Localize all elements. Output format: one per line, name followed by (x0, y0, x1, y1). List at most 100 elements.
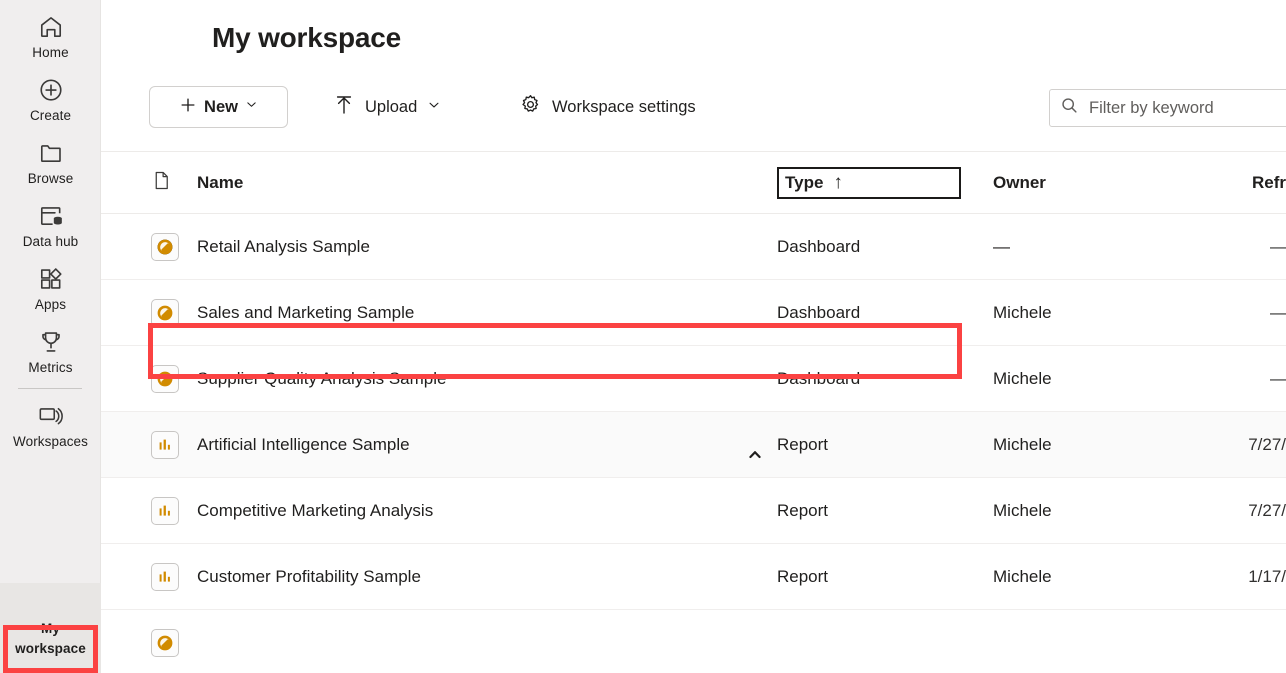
workspace-items-table: Name Type ↑ Owner Refr Retail Analysis S… (101, 152, 1286, 673)
row-refreshed: 7/27/ (1248, 500, 1286, 520)
column-header-icon[interactable] (101, 170, 197, 196)
sidebar-item-label: Metrics (28, 360, 73, 375)
sidebar-item-apps[interactable]: Apps (0, 256, 101, 319)
sidebar-item-label: Apps (34, 297, 67, 312)
column-header-type[interactable]: Type ↑ (777, 166, 961, 199)
scroll-up-caret-icon[interactable] (748, 446, 762, 464)
new-button[interactable]: New (149, 86, 288, 128)
upload-arrow-icon (333, 94, 355, 121)
sort-ascending-icon: ↑ (833, 171, 843, 193)
table-row-partial[interactable] (101, 610, 1286, 673)
dashboard-icon (151, 364, 179, 393)
workspaces-icon (37, 401, 64, 431)
table-row[interactable]: Retail Analysis Sample Dashboard — — (101, 214, 1286, 280)
dashboard-icon (151, 232, 179, 261)
plus-icon (179, 96, 197, 119)
row-type-icon-cell (101, 298, 197, 327)
column-header-type-cell: Type ↑ (777, 166, 993, 199)
upload-button[interactable]: Upload (329, 86, 445, 128)
sidebar-item-label: Home (32, 45, 69, 60)
row-type: Report (777, 566, 829, 586)
column-header-name[interactable]: Name (197, 173, 777, 193)
chevron-down-icon (245, 98, 258, 116)
row-owner: Michele (993, 434, 1052, 454)
dashboard-icon (151, 298, 179, 327)
sidebar-divider (18, 388, 82, 389)
sidebar-item-workspaces[interactable]: Workspaces (0, 393, 101, 456)
row-refreshed: — (1270, 368, 1286, 388)
workspace-toolbar: New Upload Workspace settings Filter by … (101, 82, 1286, 152)
apps-icon (38, 264, 64, 294)
filter-search-box[interactable] (1049, 89, 1286, 127)
column-header-owner[interactable]: Owner (993, 173, 1193, 193)
row-name[interactable]: Competitive Marketing Analysis (197, 501, 777, 521)
workspace-settings-button[interactable]: Workspace settings (515, 86, 700, 128)
column-header-type-label: Type (785, 172, 824, 192)
sidebar-item-label: Data hub (22, 234, 79, 249)
search-input[interactable] (1089, 98, 1283, 118)
data-hub-icon (38, 201, 64, 231)
row-owner: Michele (993, 368, 1052, 388)
sidebar-item-label: Browse (27, 171, 74, 186)
table-header-row: Name Type ↑ Owner Refr (101, 152, 1286, 214)
sidebar-item-my-workspace[interactable]: My workspace (0, 583, 101, 673)
table-row[interactable]: Sales and Marketing Sample Dashboard Mic… (101, 280, 1286, 346)
upload-button-label: Upload (365, 97, 418, 116)
row-type: Report (777, 500, 829, 520)
row-type-icon-cell (101, 628, 197, 657)
gear-icon (519, 93, 542, 121)
row-type-icon-cell (101, 364, 197, 393)
row-owner: — (993, 236, 1010, 256)
table-row[interactable]: Competitive Marketing Analysis Report Mi… (101, 478, 1286, 544)
home-icon (38, 12, 64, 42)
row-name[interactable]: Sales and Marketing Sample (197, 303, 777, 323)
workspace-settings-label: Workspace settings (552, 97, 696, 116)
sidebar-item-label-line2: workspace (15, 641, 86, 656)
page-title: My workspace (212, 22, 402, 53)
row-refreshed: 7/27/ (1248, 434, 1286, 454)
row-type: Report (777, 434, 829, 454)
power-bi-workspace-page: Home Create Browse Data hub Apps Metrics… (0, 0, 1286, 673)
row-refreshed: — (1270, 236, 1286, 256)
report-icon (151, 562, 179, 591)
row-name[interactable]: Artificial Intelligence Sample (197, 435, 777, 455)
folder-icon (38, 138, 64, 168)
row-owner: Michele (993, 302, 1052, 322)
table-row[interactable]: Artificial Intelligence Sample Report Mi… (101, 412, 1286, 478)
sidebar-item-home[interactable]: Home (0, 4, 101, 67)
search-icon (1060, 96, 1079, 120)
column-header-refreshed[interactable]: Refr (1193, 173, 1286, 193)
row-type-icon-cell (101, 430, 197, 459)
trophy-icon (38, 327, 64, 357)
dashboard-icon (151, 628, 179, 657)
document-icon (151, 170, 172, 196)
row-name[interactable]: Supplier Quality Analysis Sample (197, 369, 777, 389)
sidebar-item-create[interactable]: Create (0, 67, 101, 130)
row-refreshed: — (1270, 302, 1286, 322)
sidebar-item-metrics[interactable]: Metrics (0, 319, 101, 382)
sidebar-item-data-hub[interactable]: Data hub (0, 193, 101, 256)
sidebar-item-label-line1: My (41, 621, 60, 636)
workspace-content-area: My workspace New Upload Workspace settin… (101, 0, 1286, 673)
row-name[interactable]: Customer Profitability Sample (197, 567, 777, 587)
sidebar-item-label: Workspaces (12, 434, 89, 449)
row-type-icon-cell (101, 562, 197, 591)
row-type: Dashboard (777, 368, 861, 388)
row-name[interactable]: Retail Analysis Sample (197, 237, 777, 257)
row-owner: Michele (993, 500, 1052, 520)
row-type-icon-cell (101, 232, 197, 261)
sidebar-item-label: Create (29, 108, 72, 123)
chevron-down-icon (427, 98, 441, 117)
table-row[interactable]: Supplier Quality Analysis Sample Dashboa… (101, 346, 1286, 412)
row-refreshed: 1/17/ (1248, 566, 1286, 586)
row-type: Dashboard (777, 302, 861, 322)
plus-circle-icon (38, 75, 64, 105)
row-type: Dashboard (777, 236, 861, 256)
sidebar-item-browse[interactable]: Browse (0, 130, 101, 193)
row-owner: Michele (993, 566, 1052, 586)
left-navigation-sidebar: Home Create Browse Data hub Apps Metrics… (0, 0, 101, 673)
report-icon (151, 430, 179, 459)
table-row[interactable]: Customer Profitability Sample Report Mic… (101, 544, 1286, 610)
row-type-icon-cell (101, 496, 197, 525)
report-icon (151, 496, 179, 525)
